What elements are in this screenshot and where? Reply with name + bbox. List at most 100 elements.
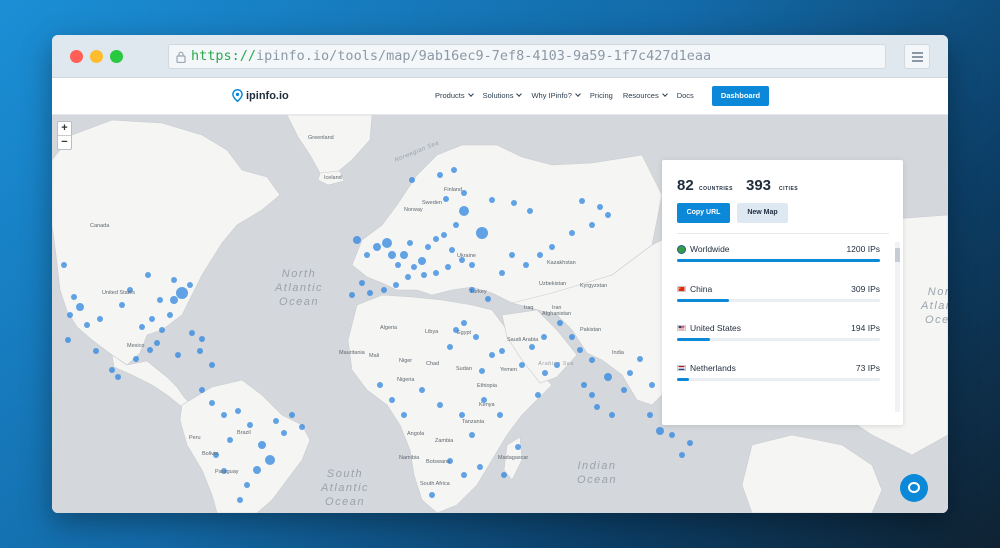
ip-location-dot[interactable]: [589, 392, 595, 398]
ip-location-dot[interactable]: [589, 222, 595, 228]
close-window-button[interactable]: [70, 50, 83, 63]
ip-location-dot[interactable]: [497, 412, 503, 418]
ip-location-dot[interactable]: [209, 362, 215, 368]
ip-location-dot[interactable]: [656, 427, 664, 435]
ip-location-dot[interactable]: [461, 320, 467, 326]
maximize-window-button[interactable]: [110, 50, 123, 63]
ip-location-dot[interactable]: [71, 294, 77, 300]
nav-resources[interactable]: Resources: [623, 91, 668, 100]
ip-location-dot[interactable]: [367, 290, 373, 296]
ip-location-dot[interactable]: [489, 197, 495, 203]
ip-location-dot[interactable]: [459, 412, 465, 418]
ip-location-dot[interactable]: [459, 206, 469, 216]
ip-location-dot[interactable]: [388, 251, 396, 259]
ip-location-dot[interactable]: [119, 302, 125, 308]
ip-location-dot[interactable]: [389, 397, 395, 403]
ip-location-dot[interactable]: [485, 296, 491, 302]
ip-location-dot[interactable]: [443, 196, 449, 202]
ip-location-dot[interactable]: [679, 452, 685, 458]
ip-location-dot[interactable]: [93, 348, 99, 354]
ip-location-dot[interactable]: [649, 382, 655, 388]
ip-location-dot[interactable]: [197, 348, 203, 354]
ip-location-dot[interactable]: [199, 336, 205, 342]
ip-location-dot[interactable]: [609, 412, 615, 418]
ip-location-dot[interactable]: [425, 244, 431, 250]
ip-location-dot[interactable]: [433, 270, 439, 276]
world-map[interactable]: + − North Atlantic Ocean South Atlantic …: [52, 115, 948, 513]
ip-location-dot[interactable]: [170, 296, 178, 304]
ip-location-dot[interactable]: [523, 262, 529, 268]
ip-location-dot[interactable]: [76, 303, 84, 311]
ip-location-dot[interactable]: [258, 441, 266, 449]
ip-location-dot[interactable]: [594, 404, 600, 410]
ip-location-dot[interactable]: [115, 374, 121, 380]
ip-location-dot[interactable]: [167, 312, 173, 318]
dashboard-button[interactable]: Dashboard: [712, 86, 769, 106]
ip-location-dot[interactable]: [109, 367, 115, 373]
ip-location-dot[interactable]: [511, 200, 517, 206]
ip-location-dot[interactable]: [589, 357, 595, 363]
ip-location-dot[interactable]: [67, 312, 73, 318]
ip-location-dot[interactable]: [647, 412, 653, 418]
ip-location-dot[interactable]: [395, 262, 401, 268]
ip-location-dot[interactable]: [418, 257, 426, 265]
ip-location-dot[interactable]: [373, 243, 381, 251]
nav-docs[interactable]: Docs: [677, 91, 694, 100]
ip-location-dot[interactable]: [479, 368, 485, 374]
ip-location-dot[interactable]: [253, 466, 261, 474]
ip-location-dot[interactable]: [382, 238, 392, 248]
ip-location-dot[interactable]: [235, 408, 241, 414]
ip-location-dot[interactable]: [501, 472, 507, 478]
new-map-button[interactable]: New Map: [737, 203, 788, 223]
ip-location-dot[interactable]: [489, 352, 495, 358]
ip-location-dot[interactable]: [359, 280, 365, 286]
ip-location-dot[interactable]: [557, 320, 563, 326]
ip-location-dot[interactable]: [400, 251, 408, 259]
ip-location-dot[interactable]: [515, 444, 521, 450]
nav-solutions[interactable]: Solutions: [483, 91, 523, 100]
ip-location-dot[interactable]: [473, 334, 479, 340]
ip-location-dot[interactable]: [149, 316, 155, 322]
ip-location-dot[interactable]: [227, 437, 233, 443]
ip-location-dot[interactable]: [604, 373, 612, 381]
ip-location-dot[interactable]: [499, 348, 505, 354]
ip-location-dot[interactable]: [579, 198, 585, 204]
ip-location-dot[interactable]: [175, 352, 181, 358]
ip-location-dot[interactable]: [605, 212, 611, 218]
ip-location-dot[interactable]: [437, 402, 443, 408]
ip-location-dot[interactable]: [407, 240, 413, 246]
ip-location-dot[interactable]: [281, 430, 287, 436]
ip-location-dot[interactable]: [199, 387, 205, 393]
nav-products[interactable]: Products: [435, 91, 474, 100]
ip-location-dot[interactable]: [461, 472, 467, 478]
list-item-worldwide[interactable]: Worldwide 1200 IPs: [677, 244, 880, 274]
ip-location-dot[interactable]: [189, 330, 195, 336]
ip-location-dot[interactable]: [381, 287, 387, 293]
ip-location-dot[interactable]: [171, 277, 177, 283]
ip-location-dot[interactable]: [154, 340, 160, 346]
ip-location-dot[interactable]: [84, 322, 90, 328]
ip-location-dot[interactable]: [419, 387, 425, 393]
ip-location-dot[interactable]: [237, 497, 243, 503]
ip-location-dot[interactable]: [597, 204, 603, 210]
ip-location-dot[interactable]: [145, 272, 151, 278]
ip-location-dot[interactable]: [627, 370, 633, 376]
ip-location-dot[interactable]: [581, 382, 587, 388]
ip-location-dot[interactable]: [451, 167, 457, 173]
list-item-netherlands[interactable]: Netherlands 73 IPs: [677, 363, 880, 393]
zoom-out-button[interactable]: −: [58, 136, 71, 150]
chat-button[interactable]: [900, 474, 928, 502]
ip-location-dot[interactable]: [469, 432, 475, 438]
ip-location-dot[interactable]: [476, 227, 488, 239]
ip-location-dot[interactable]: [449, 247, 455, 253]
ip-location-dot[interactable]: [569, 230, 575, 236]
ip-location-dot[interactable]: [535, 392, 541, 398]
ip-location-dot[interactable]: [147, 347, 153, 353]
ipinfo-logo[interactable]: ipinfo.io: [232, 89, 289, 102]
ip-location-dot[interactable]: [221, 412, 227, 418]
ip-location-dot[interactable]: [364, 252, 370, 258]
ip-location-dot[interactable]: [133, 356, 139, 362]
ip-location-dot[interactable]: [542, 370, 548, 376]
ip-location-dot[interactable]: [421, 272, 427, 278]
ip-location-dot[interactable]: [393, 282, 399, 288]
